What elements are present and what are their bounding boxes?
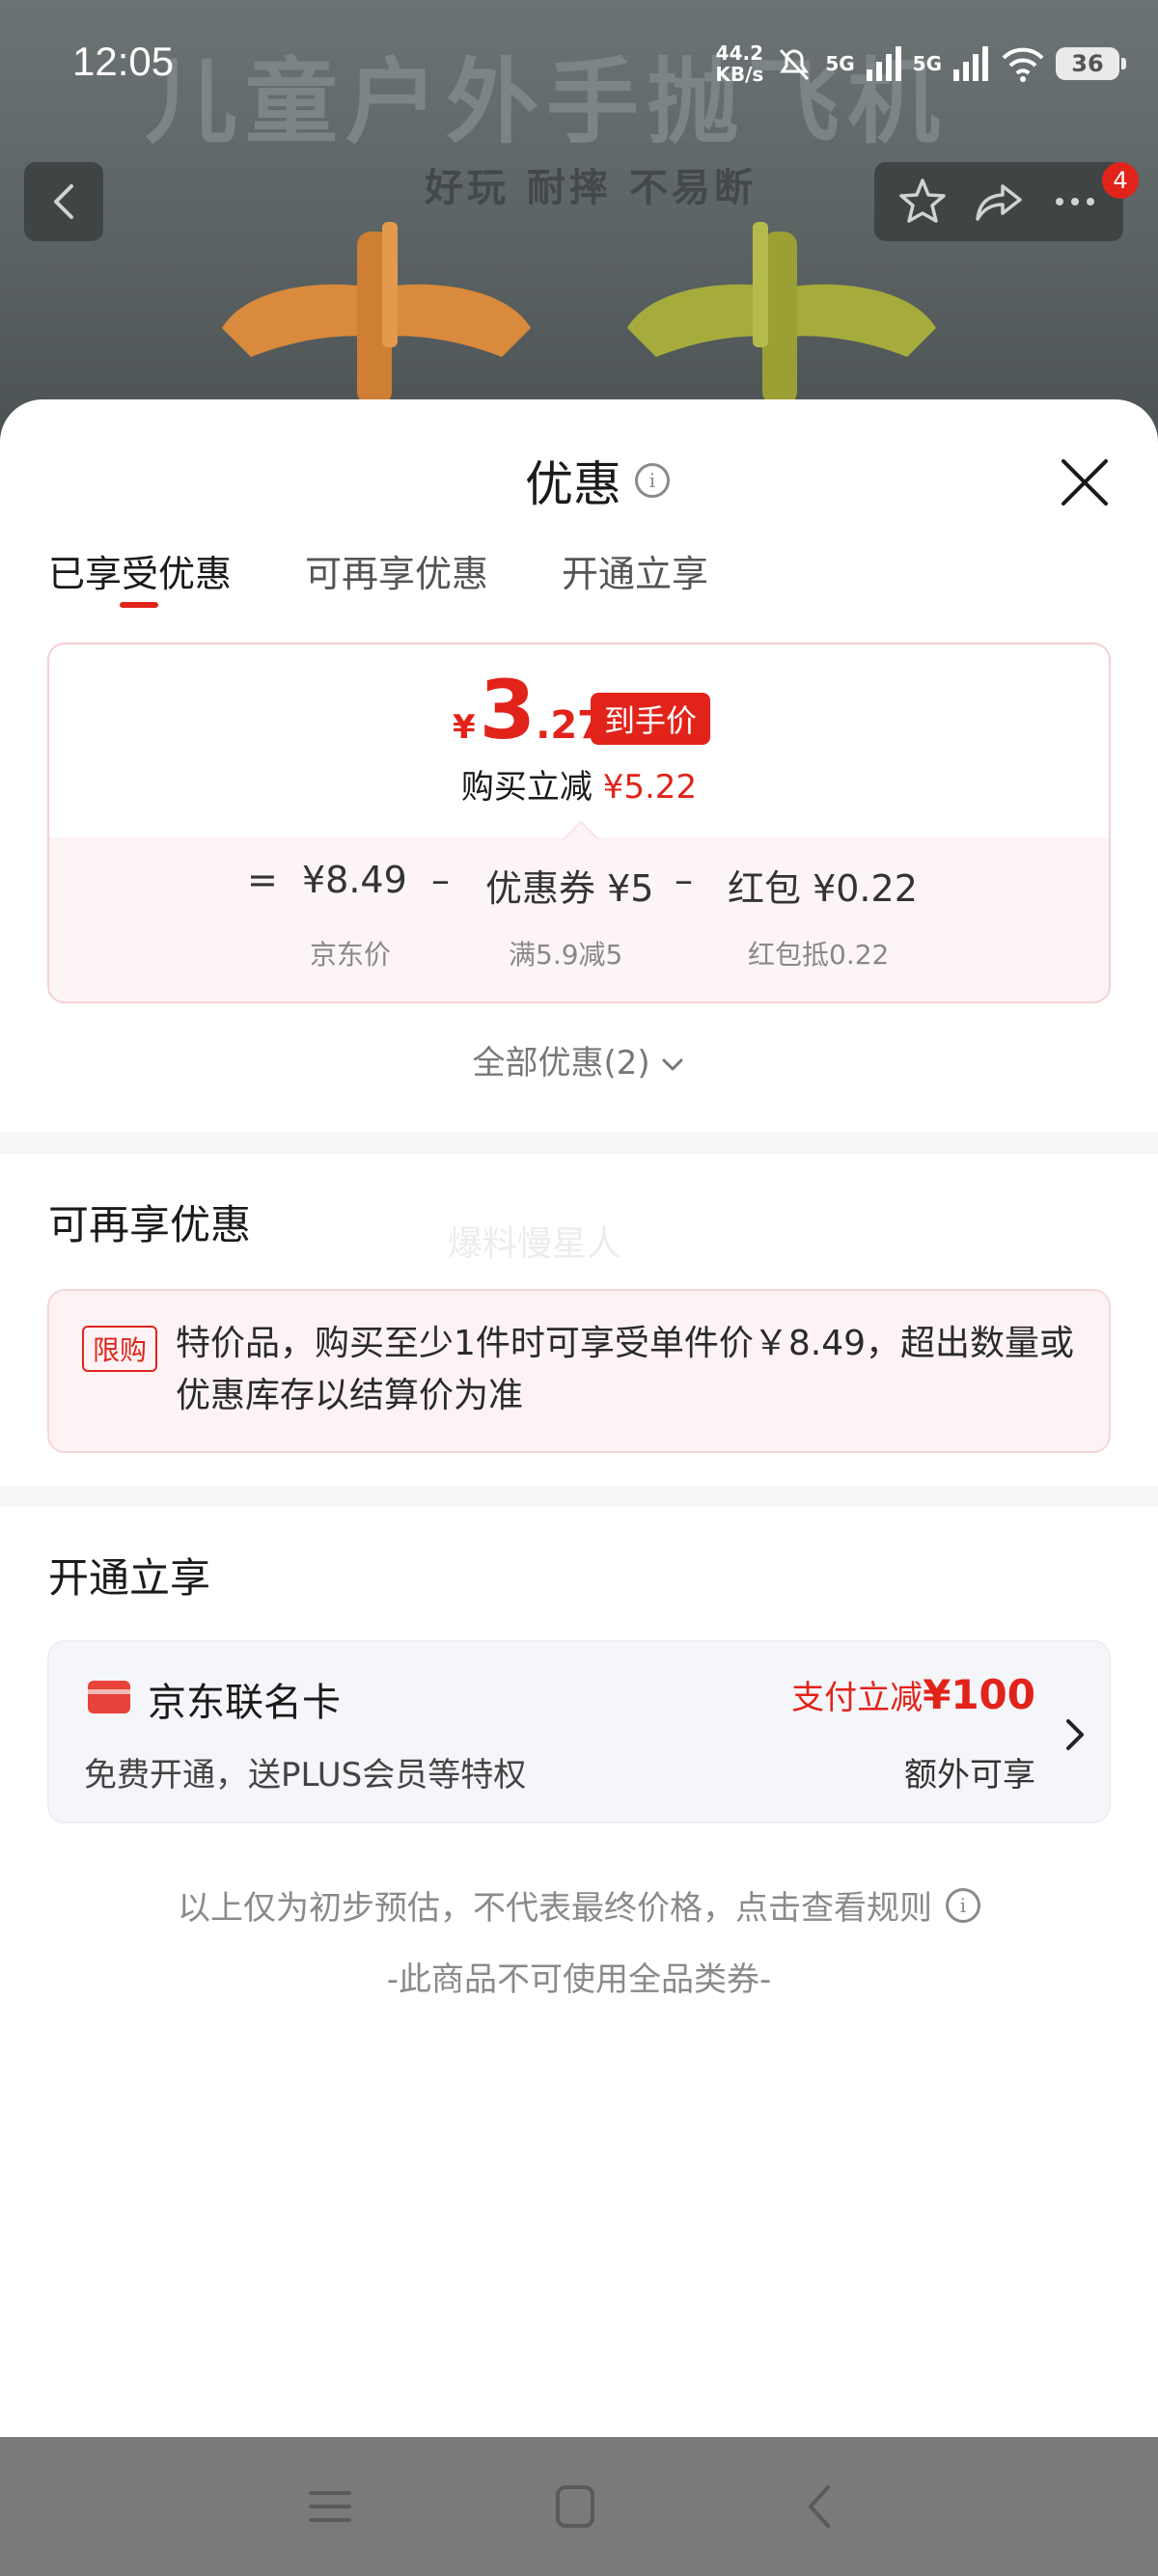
info-icon: i	[946, 1887, 980, 1923]
limit-description: 特价品，购买至少1件时可享受单件价￥8.49，超出数量或优惠库存以结算价为准	[176, 1324, 1075, 1415]
network-speed-value: 44.2	[715, 41, 764, 65]
chevron-right-icon	[1066, 1719, 1084, 1750]
final-price-tag: 到手价	[591, 693, 711, 745]
signal-bars-icon	[866, 46, 901, 81]
reduction-label: 购买立减	[460, 768, 593, 807]
jd-price-label: 京东价	[310, 939, 392, 971]
reduction-value: ¥5.22	[602, 768, 698, 807]
promo-extra: 额外可享	[904, 1756, 1035, 1795]
signal-bars-icon	[953, 46, 988, 81]
chevron-down-icon	[662, 1058, 683, 1070]
instant-reduction: 购买立减 ¥5.22	[49, 760, 1109, 808]
card-icon	[88, 1681, 130, 1713]
menu-icon[interactable]	[301, 2480, 359, 2534]
minus-sign: –	[431, 859, 450, 901]
price-integer: 3	[479, 663, 537, 757]
minus-sign: –	[675, 859, 693, 901]
mute-bell-icon	[780, 48, 810, 81]
more-icon[interactable]	[1048, 175, 1102, 229]
jd-price-value: ¥8.49	[302, 859, 407, 901]
signal-label-1: 5G	[825, 52, 855, 75]
section-title-open: 开通立享	[48, 1554, 211, 1602]
redpacket-label: 红包抵0.22	[748, 939, 890, 971]
section-divider	[0, 1486, 1158, 1507]
star-icon[interactable]	[896, 175, 950, 229]
tab-more-available[interactable]: 可再享优惠	[305, 544, 488, 597]
status-time: 12:05	[72, 39, 175, 84]
notification-badge: 4	[1102, 162, 1139, 199]
signal-label-2: 5G	[912, 52, 942, 75]
coupon-restriction-note: -此商品不可使用全品类券-	[386, 1960, 772, 1999]
card-description: 免费开通，送PLUS会员等特权	[84, 1756, 527, 1795]
home-icon[interactable]	[546, 2480, 604, 2534]
orange-plane-image	[222, 222, 531, 405]
sheet-header: 优惠 i	[0, 438, 1158, 515]
redpacket-value: 红包 ¥0.22	[728, 867, 918, 910]
back-button[interactable]	[24, 162, 103, 241]
card-promo: 支付立减 ¥100	[791, 1671, 1035, 1718]
info-icon[interactable]: i	[635, 463, 670, 498]
all-discounts-toggle[interactable]: 全部优惠(2)	[0, 1036, 1158, 1083]
battery-indicator: 36	[1056, 47, 1126, 80]
price-currency: ¥	[453, 708, 476, 747]
section-title-more: 可再享优惠	[48, 1201, 252, 1248]
promo-label: 支付立减	[791, 1679, 924, 1717]
limit-purchase-card: 限购 特价品，购买至少1件时可享受单件价￥8.49，超出数量或优惠库存以结算价为…	[47, 1289, 1111, 1453]
system-nav-bar	[0, 2437, 1158, 2576]
banner-subtitle: 好玩 耐摔 不易断	[425, 166, 757, 210]
price-card: ¥ 3 .27 到手价 购买立减 ¥5.22 = ¥8.49 – 优惠券 ¥5 …	[47, 643, 1111, 1003]
tab-enjoyed[interactable]: 已享受优惠	[48, 544, 232, 608]
equals-sign: =	[247, 859, 278, 901]
all-discounts-label: 全部优惠(2)	[472, 1044, 650, 1082]
discount-tabs: 已享受优惠 可再享优惠 开通立享	[48, 544, 708, 608]
jd-cobrand-card-offer[interactable]: 京东联名卡 免费开通，送PLUS会员等特权 支付立减 ¥100 额外可享	[47, 1640, 1111, 1823]
share-icon[interactable]	[972, 175, 1026, 229]
coupon-label: 满5.9减5	[509, 939, 623, 971]
network-speed-unit: KB/s	[715, 63, 764, 86]
watermark: 爆料慢星人	[448, 1224, 622, 1264]
section-divider	[0, 1133, 1158, 1154]
wifi-icon	[1002, 47, 1044, 82]
estimate-note: 以上仅为初步预估，不代表最终价格，点击查看规则	[178, 1889, 932, 1928]
promo-value: ¥100	[923, 1671, 1035, 1718]
sheet-title: 优惠	[525, 456, 621, 512]
status-bar: 12:05 44.2 KB/s 5G 5G 36	[0, 0, 1158, 125]
card-name: 京东联名卡	[148, 1681, 341, 1725]
coupon-value: 优惠券 ¥5	[485, 867, 654, 910]
close-icon[interactable]	[1060, 457, 1110, 507]
top-action-group	[874, 162, 1123, 241]
limit-tag: 限购	[82, 1326, 157, 1372]
back-arrow-icon	[54, 184, 73, 219]
price-breakdown: = ¥8.49 – 优惠券 ¥5 – 红包 ¥0.22 京东价 满5.9减5 红…	[49, 837, 1109, 1001]
back-icon[interactable]	[791, 2480, 849, 2534]
tab-open-now[interactable]: 开通立享	[562, 544, 708, 597]
network-speed: 44.2 KB/s	[715, 42, 763, 85]
discount-sheet: 优惠 i 已享受优惠 可再享优惠 开通立享 ¥ 3 .27 到手价 购买立减 ¥…	[0, 399, 1158, 2437]
final-price: ¥ 3 .27	[453, 670, 604, 751]
estimate-rules-link[interactable]: 以上仅为初步预估，不代表最终价格，点击查看规则 i	[0, 1881, 1158, 1929]
green-plane-image	[627, 222, 936, 405]
